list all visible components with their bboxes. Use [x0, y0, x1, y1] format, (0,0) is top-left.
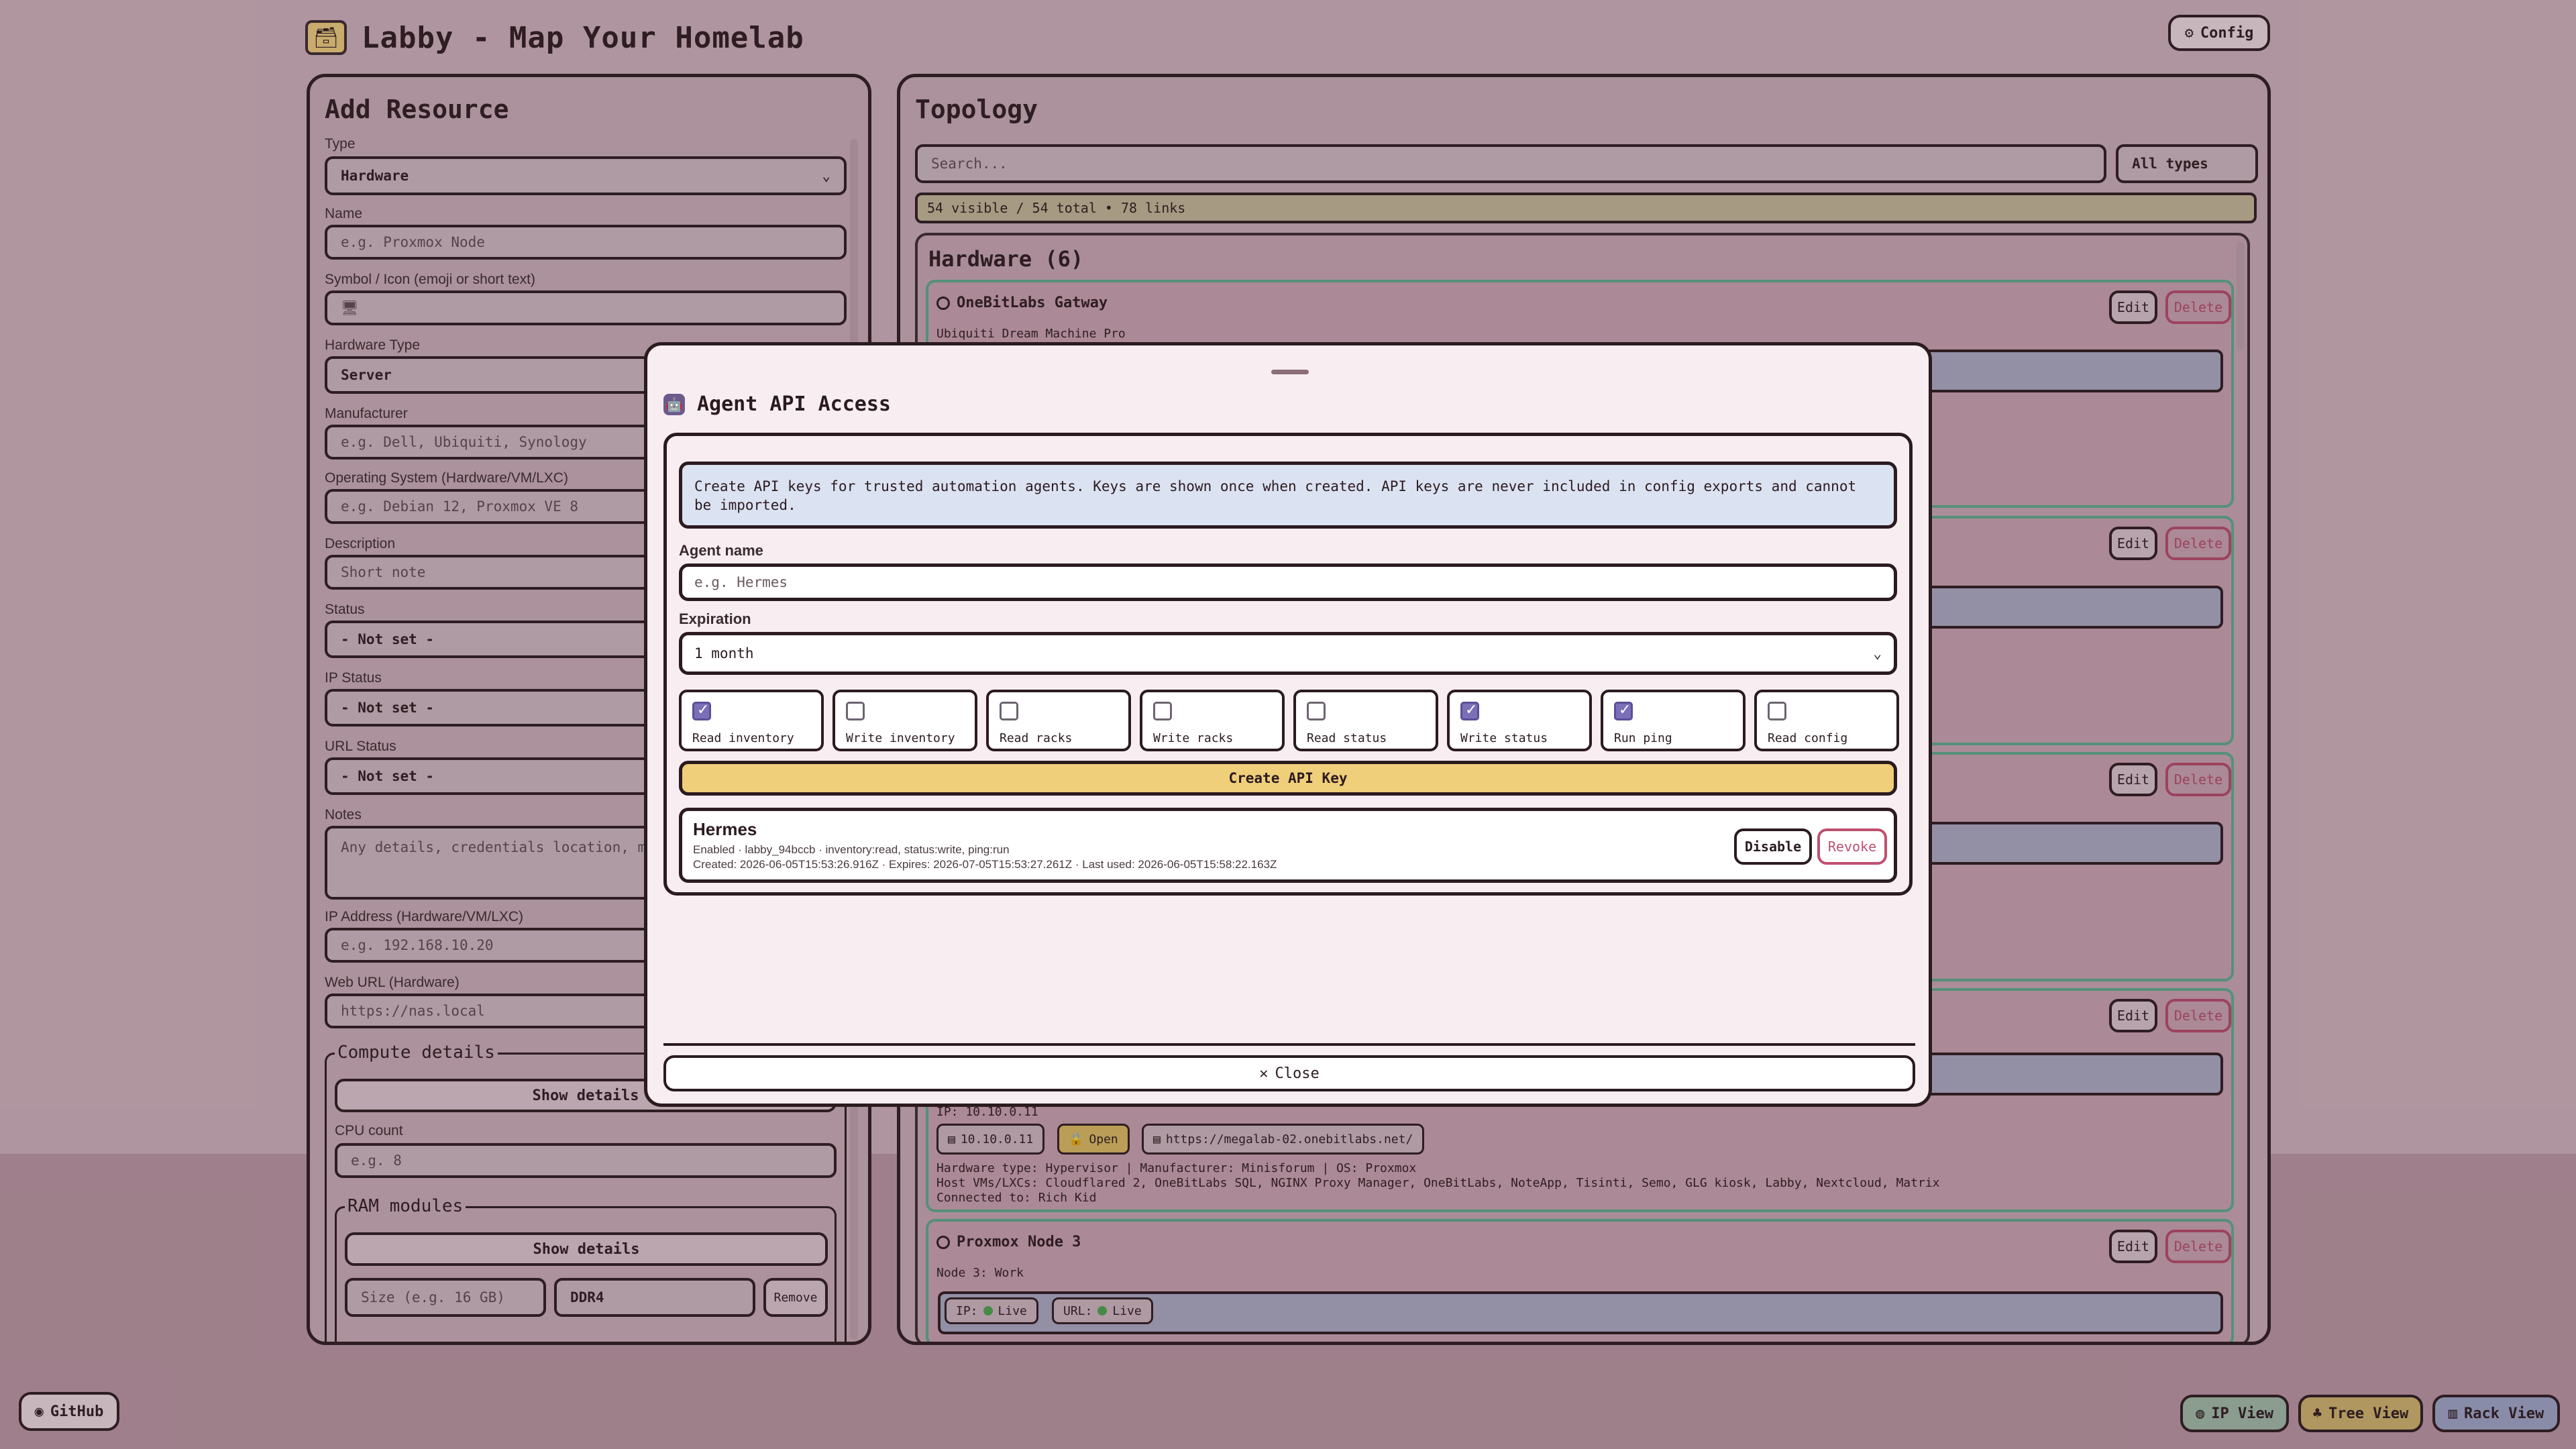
checkbox[interactable] — [846, 702, 865, 720]
modal-title-text: Agent API Access — [697, 392, 891, 416]
checkbox-checked[interactable] — [692, 702, 711, 720]
app-root: 🗃 Labby - Map Your Homelab ⚙ Config Add … — [0, 0, 2576, 1449]
agent-name-input[interactable]: e.g. Hermes — [679, 564, 1897, 601]
perm-write-inventory[interactable]: Write inventory — [833, 690, 977, 751]
key-dates-line: Created: 2026-06-05T15:53:26.916Z · Expi… — [693, 858, 1277, 871]
create-api-key-button[interactable]: Create API Key — [679, 761, 1897, 796]
info-box: Create API keys for trusted automation a… — [679, 462, 1897, 529]
chevron-down-icon: ⌄ — [1873, 645, 1882, 661]
api-key-form: Create API keys for trusted automation a… — [663, 433, 1913, 896]
checkbox-checked[interactable] — [1460, 702, 1479, 720]
expiration-label: Expiration — [679, 610, 751, 627]
modal-title: 🤖 Agent API Access — [663, 392, 891, 416]
checkbox[interactable] — [1768, 702, 1786, 720]
drag-handle[interactable] — [1271, 370, 1309, 374]
perm-label: Write status — [1460, 731, 1548, 745]
key-agent-name: Hermes — [693, 819, 757, 839]
perm-label: Read status — [1307, 731, 1387, 745]
modal-divider — [663, 1043, 1915, 1046]
checkbox-checked[interactable] — [1614, 702, 1633, 720]
revoke-key-button[interactable]: Revoke — [1817, 828, 1887, 865]
key-status-line: Enabled · labby_94bccb · inventory:read,… — [693, 843, 1010, 856]
disable-key-button[interactable]: Disable — [1734, 828, 1812, 865]
perm-label: Write racks — [1153, 731, 1234, 745]
close-button[interactable]: ✕ Close — [663, 1055, 1915, 1091]
perm-write-status[interactable]: Write status — [1447, 690, 1592, 751]
perm-write-racks[interactable]: Write racks — [1140, 690, 1285, 751]
checkbox[interactable] — [1000, 702, 1018, 720]
perm-label: Run ping — [1614, 731, 1672, 745]
checkbox[interactable] — [1307, 702, 1326, 720]
perm-label: Read inventory — [692, 731, 794, 745]
perm-read-racks[interactable]: Read racks — [986, 690, 1131, 751]
close-label: Close — [1275, 1065, 1320, 1082]
agent-api-modal: 🤖 Agent API Access Create API keys for t… — [644, 342, 1932, 1107]
perm-label: Read config — [1768, 731, 1848, 745]
perm-run-ping[interactable]: Run ping — [1601, 690, 1746, 751]
perm-read-status[interactable]: Read status — [1293, 690, 1438, 751]
robot-icon: 🤖 — [663, 393, 685, 415]
perm-read-inventory[interactable]: Read inventory — [679, 690, 824, 751]
perm-read-config[interactable]: Read config — [1754, 690, 1899, 751]
checkbox[interactable] — [1153, 702, 1172, 720]
close-icon: ✕ — [1259, 1065, 1269, 1082]
expiration-value: 1 month — [694, 645, 754, 661]
perm-label: Write inventory — [846, 731, 955, 745]
expiration-select[interactable]: 1 month ⌄ — [679, 632, 1897, 675]
agent-name-label: Agent name — [679, 542, 763, 559]
api-key-card: Hermes Enabled · labby_94bccb · inventor… — [679, 808, 1897, 883]
perm-label: Read racks — [1000, 731, 1073, 745]
